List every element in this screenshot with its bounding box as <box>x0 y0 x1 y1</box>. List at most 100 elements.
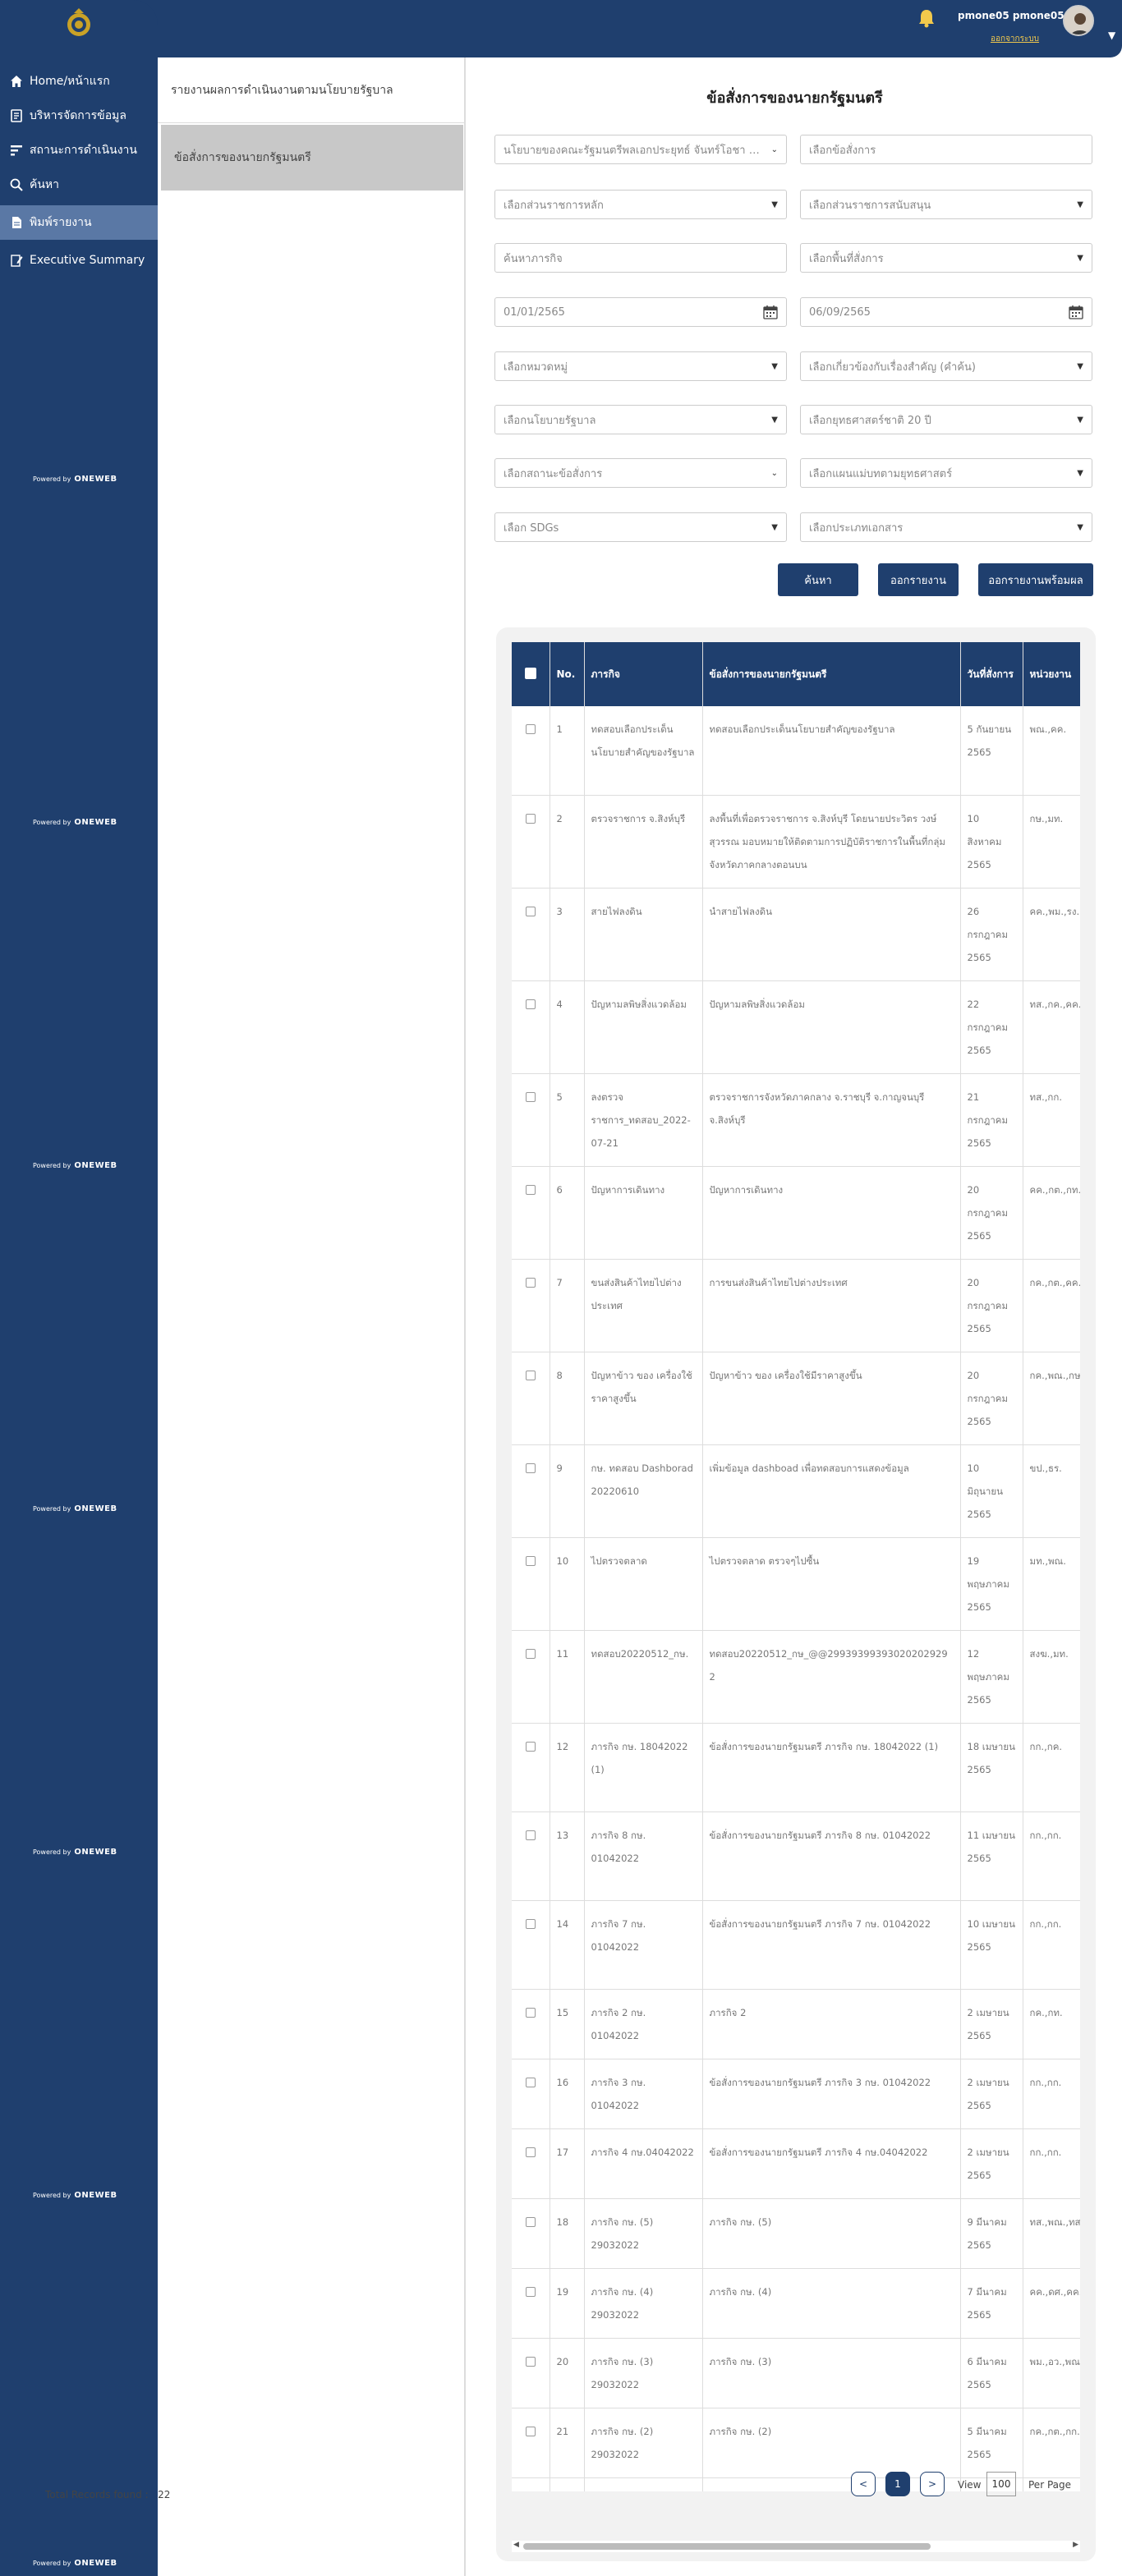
sidebar-item-print-report[interactable]: พิมพ์รายงาน <box>0 205 158 240</box>
search-button[interactable]: ค้นหา <box>778 563 858 596</box>
doc-type-select[interactable]: เลือกประเภทเอกสาร ▼ <box>800 512 1092 542</box>
sdgs-select[interactable]: เลือก SDGs ▼ <box>494 512 787 542</box>
row-checkbox[interactable] <box>525 1277 536 1288</box>
row-select-cell[interactable] <box>512 1073 550 1167</box>
row-select-cell[interactable] <box>512 2268 550 2339</box>
row-checkbox[interactable] <box>525 2216 536 2227</box>
status-select[interactable]: เลือกสถานะข้อสั่งการ ⌄ <box>494 458 787 488</box>
report-with-results-button[interactable]: ออกรายงานพร้อมผล <box>978 563 1093 596</box>
row-checkbox[interactable] <box>525 1555 536 1566</box>
gov-policy-select[interactable]: เลือกนโยบายรัฐบาล ▼ <box>494 405 787 434</box>
master-plan-select[interactable]: เลือกแผนแม่บทตามยุทธศาสตร์ ▼ <box>800 458 1092 488</box>
horizontal-scrollbar[interactable]: ◀ ▶ <box>512 2541 1080 2552</box>
row-select-cell[interactable] <box>512 1166 550 1260</box>
row-checkbox[interactable] <box>525 906 536 916</box>
row-select-cell[interactable] <box>512 2198 550 2269</box>
row-checkbox[interactable] <box>525 724 536 734</box>
row-checkbox[interactable] <box>525 2007 536 2018</box>
row-select-cell[interactable] <box>512 1900 550 1990</box>
table-row[interactable]: 17 ภารกิจ 4 กษ.04042022 ข้อสั่งการของนายกร… <box>512 2128 1080 2199</box>
row-checkbox[interactable] <box>525 2077 536 2087</box>
row-select-cell[interactable] <box>512 1259 550 1352</box>
table-row[interactable]: 14 ภารกิจ 7 กษ. 01042022 ข้อสั่งการของนายก… <box>512 1900 1080 1990</box>
select-all-checkbox[interactable] <box>524 667 536 679</box>
row-checkbox[interactable] <box>525 1184 536 1195</box>
scroll-left-arrow-icon[interactable]: ◀ <box>513 2541 519 2549</box>
report-button[interactable]: ออกรายงาน <box>878 563 959 596</box>
row-select-cell[interactable] <box>512 1723 550 1812</box>
row-select-cell[interactable] <box>512 888 550 981</box>
page-size-input[interactable]: 100 <box>986 2472 1016 2496</box>
emblem-logo-icon[interactable] <box>62 7 95 39</box>
sidebar-item-executive-summary[interactable]: Executive Summary <box>0 243 158 278</box>
row-checkbox[interactable] <box>525 999 536 1009</box>
row-checkbox[interactable] <box>525 1648 536 1659</box>
row-checkbox[interactable] <box>525 2147 536 2157</box>
row-checkbox[interactable] <box>525 1741 536 1752</box>
table-row[interactable]: 10 ไปตรวจตลาด ไปตรวจตลาด ตรวจๆไปซื้น 19 พฤษ… <box>512 1537 1080 1631</box>
notification-bell-icon[interactable] <box>917 8 936 28</box>
table-row[interactable]: 19 ภารกิจ กษ. (4) 29032022 ภารกิจ กษ. (4) 7… <box>512 2268 1080 2339</box>
table-row[interactable]: 1 ทดสอบเลือกประเด็นนโยบายสำคัญของรัฐบาล ทด… <box>512 706 1080 796</box>
row-select-cell[interactable] <box>512 1630 550 1724</box>
date-to-input[interactable]: 06/09/2565 <box>800 297 1092 327</box>
row-select-cell[interactable] <box>512 2477 550 2491</box>
keyword-select[interactable]: เลือกเกี่ยวข้องกับเรื่องสำคัญ (คำค้น) ▼ <box>800 351 1092 381</box>
row-select-cell[interactable] <box>512 2338 550 2408</box>
table-row[interactable]: 6 ปัญหาการเดินทาง ปัญหาการเดินทาง 20 กรกฎาค… <box>512 1166 1080 1260</box>
row-checkbox[interactable] <box>525 1091 536 1102</box>
table-row[interactable]: 3 สายไฟลงดิน นำสายไฟลงดิน 26 กรกฎาคม 2565 คค… <box>512 888 1080 981</box>
row-checkbox[interactable] <box>525 1462 536 1473</box>
row-checkbox[interactable] <box>525 2426 536 2436</box>
table-row[interactable]: 9 กษ. ทดสอบ Dashborad 20220610 เพิ่มข้อมูล… <box>512 1444 1080 1538</box>
row-select-cell[interactable] <box>512 706 550 796</box>
sidebar-item-status[interactable]: สถานะการดำเนินงาน <box>0 133 158 168</box>
sidebar-item-search[interactable]: ค้นหา <box>0 168 158 202</box>
table-row[interactable]: 15 ภารกิจ 2 กษ. 01042022 ภารกิจ 22 เมษายน … <box>512 1989 1080 2059</box>
pagination-prev-button[interactable]: < <box>851 2472 876 2496</box>
mission-search-input[interactable]: ค้นหาภารกิจ <box>494 243 787 273</box>
scroll-right-arrow-icon[interactable]: ▶ <box>1073 2541 1078 2549</box>
category-select[interactable]: เลือกหมวดหมู่ ▼ <box>494 351 787 381</box>
row-select-cell[interactable] <box>512 1444 550 1538</box>
row-select-cell[interactable] <box>512 2059 550 2129</box>
table-row[interactable]: 16 ภารกิจ 3 กษ. 01042022 ข้อสั่งการของนายก… <box>512 2059 1080 2129</box>
row-select-cell[interactable] <box>512 1811 550 1901</box>
table-row[interactable]: 5 ลงตรวจราชการ_ทดสอบ_2022-07-21 ตรวจราชการ… <box>512 1073 1080 1167</box>
table-row[interactable]: 12 ภารกิจ กษ. 18042022 (1) ข้อสั่งการของนา… <box>512 1723 1080 1812</box>
subnav-item-pm-orders[interactable]: ข้อสั่งการของนายกรัฐมนตรี <box>161 125 463 191</box>
calendar-icon[interactable] <box>1069 305 1083 319</box>
row-select-cell[interactable] <box>512 1537 550 1631</box>
table-row[interactable]: 8 ปัญหาข้าว ของ เครื่องใช้ราคาสูงขึ้น ปัญห… <box>512 1352 1080 1445</box>
table-row[interactable]: 18 ภารกิจ กษ. (5) 29032022 ภารกิจ กษ. (5) 9… <box>512 2198 1080 2269</box>
table-row[interactable]: 13 ภารกิจ 8 กษ. 01042022 ข้อสั่งการของนายก… <box>512 1811 1080 1901</box>
calendar-icon[interactable] <box>763 305 778 319</box>
user-avatar[interactable] <box>1063 5 1094 36</box>
table-row[interactable]: 20 ภารกิจ กษ. (3) 29032022 ภารกิจ กษ. (3) 6… <box>512 2338 1080 2408</box>
row-checkbox[interactable] <box>525 1918 536 1929</box>
results-table-scroll-area[interactable]: No. ภารกิจ ข้อสั่งการของนายกรัฐมนตรี วัน… <box>512 642 1080 2491</box>
policy-select[interactable]: นโยบายของคณะรัฐมนตรีพลเอกประยุทธ์ จันทร์… <box>494 135 787 164</box>
row-select-cell[interactable] <box>512 2408 550 2478</box>
pagination-next-button[interactable]: > <box>920 2472 945 2496</box>
main-agency-select[interactable]: เลือกส่วนราชการหลัก ▼ <box>494 190 787 219</box>
row-checkbox[interactable] <box>525 1830 536 1840</box>
table-row[interactable]: 7 ขนส่งสินค้าไทยไปต่างประเทศ การขนส่งสินค้… <box>512 1259 1080 1352</box>
area-select[interactable]: เลือกพื้นที่สั่งการ ▼ <box>800 243 1092 273</box>
scrollbar-thumb[interactable] <box>523 2543 931 2550</box>
order-search-input[interactable]: เลือกข้อสั่งการ <box>800 135 1092 164</box>
table-row[interactable]: 4 ปัญหามลพิษสิ่งแวดล้อม ปัญหามลพิษสิ่งแวดล… <box>512 980 1080 1074</box>
subnav-item-gov-policy-report[interactable]: รายงานผลการดำเนินงานตามนโยบายรัฐบาล <box>158 57 464 123</box>
table-row[interactable]: 11 ทดสอบ20220512_กษ. ทดสอบ20220512_กษ_@@29… <box>512 1630 1080 1724</box>
row-checkbox[interactable] <box>525 2356 536 2367</box>
logout-link[interactable]: ออกจากระบบ <box>991 33 1039 45</box>
row-checkbox[interactable] <box>525 1370 536 1380</box>
row-select-cell[interactable] <box>512 1989 550 2059</box>
select-all-header[interactable] <box>512 642 550 706</box>
row-select-cell[interactable] <box>512 1352 550 1445</box>
pagination-page-current[interactable]: 1 <box>885 2472 910 2496</box>
user-menu-chevron-down-icon[interactable]: ▼ <box>1108 30 1115 41</box>
row-checkbox[interactable] <box>525 813 536 824</box>
table-row[interactable]: 21 ภารกิจ กษ. (2) 29032022 ภารกิจ กษ. (2) 5… <box>512 2408 1080 2478</box>
row-select-cell[interactable] <box>512 2128 550 2199</box>
